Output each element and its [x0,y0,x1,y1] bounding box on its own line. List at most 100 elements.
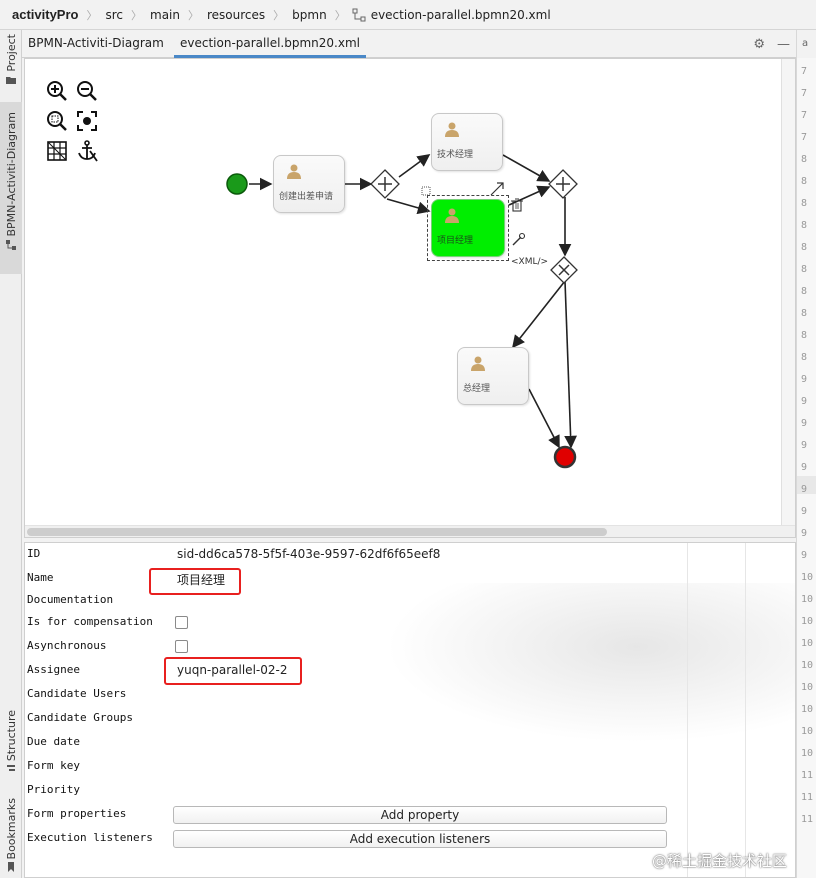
prop-row-candidate-groups: Candidate Groups [25,707,795,731]
async-checkbox[interactable] [175,640,188,653]
tab-bpmn-xml-file[interactable]: evection-parallel.bpmn20.xml [174,30,366,58]
left-tool-strip: Project BPMN-Activiti-Diagram Structure … [0,30,22,878]
prop-label: Is for compensation [27,615,153,628]
xml-tag-label: <XML/> [511,257,549,267]
breadcrumb-item[interactable]: bpmn 〉 [290,7,352,23]
breadcrumb-item[interactable]: resources 〉 [205,7,290,23]
prop-row-name: Name 项目经理 [25,567,795,591]
flow-general-end[interactable] [528,388,560,449]
add-execution-listeners-button[interactable]: Add execution listeners [173,830,667,848]
diagram-icon [6,239,16,250]
prop-row-priority: Priority [25,779,795,803]
line-number: 9 [801,484,808,495]
user-icon [445,208,459,223]
parallel-gateway-fork[interactable] [370,169,400,199]
settings-icon[interactable]: ⚙ [753,37,765,52]
flow-tech-join[interactable] [502,154,551,182]
line-number: 10 [801,704,814,715]
tab-bpmn-diagram[interactable]: BPMN-Activiti-Diagram [22,30,170,58]
end-event[interactable] [553,445,577,469]
flow-gateway-tech[interactable] [398,154,431,178]
editor-gutter-header: a [796,30,816,58]
prop-label: Candidate Users [27,687,127,700]
line-number-gutter: 7 7 7 7 8 8 8 8 8 8 8 8 8 8 9 9 9 9 9 9 9 9 9 10 10 10 10 10 10 10 10 1… [796,58,816,878]
bpmn-diagram-canvas[interactable]: 创建出差申请 技术经理 项目经理 总经理 <XML/> [24,58,796,538]
grid-icon[interactable] [45,139,69,163]
zoom-out-icon[interactable] [75,79,99,103]
tab-actions: ⚙ — [753,30,796,58]
breadcrumb-item[interactable]: main 〉 [148,7,205,23]
bookmarks-tool-tab[interactable]: Bookmarks [0,798,22,878]
prop-row-candidate-users: Candidate Users [25,683,795,707]
task-tech-manager[interactable]: 技术经理 [431,113,503,171]
canvas-vertical-scrollbar[interactable] [781,59,795,527]
project-tool-tab[interactable]: Project [0,34,22,98]
prop-label: Assignee [27,663,80,676]
line-number: 7 [801,88,808,99]
line-number: 9 [801,550,808,561]
breadcrumb-item[interactable]: src 〉 [103,7,148,23]
trash-icon[interactable] [511,198,523,212]
line-number: 10 [801,660,814,671]
line-number: 9 [801,462,808,473]
line-number: 7 [801,66,808,77]
resize-arrow-icon[interactable] [490,182,504,196]
folder-icon [6,76,16,84]
task-create-apply[interactable]: 创建出差申请 [273,155,345,213]
prop-label: Form properties [27,807,127,820]
structure-icon [7,765,15,772]
line-number: 10 [801,594,814,605]
selection-handle[interactable] [421,186,431,196]
flow-exclusive-end[interactable] [564,280,577,449]
assignee-highlight-box [164,657,302,685]
add-property-button[interactable]: Add property [173,806,667,824]
gutter-label: a [802,38,809,49]
focus-icon[interactable] [75,109,99,133]
bpmn-diagram-tool-tab[interactable]: BPMN-Activiti-Diagram [0,102,22,274]
id-value[interactable]: sid-dd6ca578-5f5f-403e-9597-62df6f65eef8 [177,547,440,561]
zoom-fit-icon[interactable] [45,109,69,133]
line-number: 9 [801,396,808,407]
zoom-in-icon[interactable] [45,79,69,103]
scroll-thumb[interactable] [27,528,607,536]
bookmarks-tab-label: Bookmarks [4,798,18,860]
task-project-manager[interactable]: 项目经理 [431,199,505,257]
prop-label: Form key [27,759,80,772]
anchor-icon[interactable] [75,139,99,163]
start-event[interactable] [226,173,248,195]
exclusive-gateway[interactable] [550,256,578,284]
line-number: 8 [801,242,808,253]
line-number: 7 [801,110,808,121]
task-label: 项目经理 [437,236,474,246]
prop-label: Priority [27,783,80,796]
prop-row-id: ID sid-dd6ca578-5f5f-403e-9597-62df6f65e… [25,543,795,567]
prop-label: ID [27,547,41,560]
tab-label: BPMN-Activiti-Diagram [28,36,164,50]
parallel-gateway-join[interactable] [548,169,578,199]
prop-row-assignee: Assignee yuqn-parallel-02-2 [25,659,795,683]
line-number: 10 [801,682,814,693]
task-label: 技术经理 [437,150,474,160]
prop-label: Candidate Groups [27,711,133,724]
breadcrumb-item-file[interactable]: evection-parallel.bpmn20.xml [352,8,553,22]
wrench-icon[interactable] [512,232,526,246]
line-number: 11 [801,814,814,825]
line-number: 8 [801,330,808,341]
canvas-horizontal-scrollbar[interactable] [25,525,795,537]
breadcrumb-item[interactable]: activityPro 〉 [10,7,103,23]
flow-exclusive-general[interactable] [512,280,566,349]
flow-gateway-project[interactable] [386,198,431,215]
structure-tool-tab[interactable]: Structure [0,710,22,790]
xml-pad-button[interactable]: <XML/> [511,257,548,267]
line-number: 9 [801,528,808,539]
prop-row-form-key: Form key [25,755,795,779]
task-general-manager[interactable]: 总经理 [457,347,529,405]
line-number: 11 [801,792,814,803]
user-icon [471,356,485,371]
minimize-icon[interactable]: — [777,37,790,52]
prop-row-execution-listeners: Execution listeners Add execution listen… [25,827,795,851]
flow-project-join[interactable] [508,185,551,206]
line-number: 8 [801,264,808,275]
compensation-checkbox[interactable] [175,616,188,629]
line-number: 8 [801,308,808,319]
